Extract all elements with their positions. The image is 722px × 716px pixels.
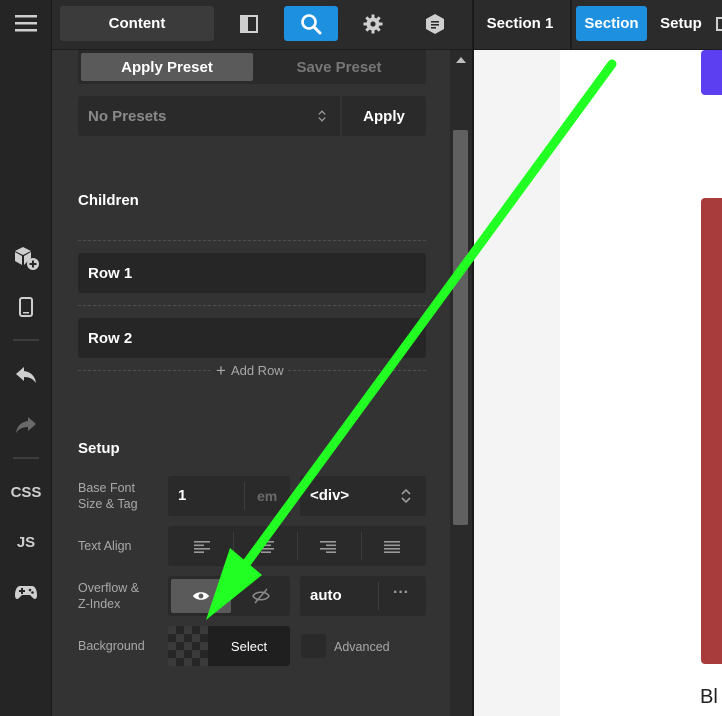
eye-icon: [193, 592, 209, 600]
align-center-icon[interactable]: [258, 540, 274, 558]
tag-select-value: <div>: [310, 487, 350, 504]
overflow-hidden-button[interactable]: [234, 579, 287, 613]
align-divider: [233, 532, 234, 560]
gamepad-icon[interactable]: [0, 574, 52, 610]
child-row[interactable]: Row 1: [78, 253, 426, 293]
preview-red-block[interactable]: [701, 198, 722, 664]
zindex-value: auto: [310, 587, 342, 604]
child-row[interactable]: Row 2: [78, 318, 426, 358]
align-divider: [297, 532, 298, 560]
overflow-label: Overflow & Z-Index: [78, 580, 139, 612]
advanced-checkbox[interactable]: [301, 634, 326, 658]
tab-section[interactable]: Section: [576, 6, 647, 41]
app-root: CSS JS Content Section 1 Section Setup A…: [0, 0, 722, 716]
rail-divider: [13, 457, 39, 459]
overflow-toggle: [168, 576, 290, 616]
undo-icon[interactable]: [0, 357, 52, 393]
font-unit[interactable]: em: [257, 488, 277, 504]
base-font-size-value: 1: [178, 487, 187, 504]
overflow-tab-fragment: [716, 17, 722, 31]
eye-slash-icon: [251, 588, 270, 604]
left-rail: CSS JS: [0, 0, 52, 716]
preview-text: Bl: [700, 686, 718, 708]
base-font-size-input[interactable]: 1 em: [168, 476, 290, 516]
overflow-label-line1: Overflow &: [78, 581, 140, 595]
tag-select[interactable]: <div>: [300, 476, 426, 516]
scroll-up-arrow-icon[interactable]: [456, 57, 466, 63]
topbar-divider: [570, 0, 572, 50]
align-divider: [361, 532, 362, 560]
align-left-icon[interactable]: [194, 540, 210, 558]
js-label: JS: [16, 533, 36, 551]
overflow-visible-button[interactable]: [171, 579, 231, 613]
background-label: Background: [78, 639, 145, 653]
save-preset-tab[interactable]: Save Preset: [256, 53, 422, 81]
preview-purple-block[interactable]: [701, 50, 722, 95]
align-right-icon[interactable]: [320, 540, 336, 558]
dashed-divider: [78, 240, 426, 241]
rail-divider: [13, 339, 39, 341]
scrollbar-thumb[interactable]: [453, 130, 468, 525]
search-icon[interactable]: [284, 6, 338, 41]
apply-preset-tab[interactable]: Apply Preset: [81, 53, 253, 81]
base-font-label-line1: Base Font: [78, 481, 135, 495]
align-justify-icon[interactable]: [384, 540, 400, 558]
children-heading: Children: [78, 192, 139, 209]
input-divider: [378, 582, 379, 610]
add-row-button[interactable]: + Add Row: [212, 360, 288, 380]
base-font-label-line2: Size & Tag: [78, 497, 138, 511]
dashed-divider: [78, 305, 426, 306]
zindex-input[interactable]: auto ···: [300, 576, 426, 616]
text-align-label: Text Align: [78, 539, 132, 553]
preset-toggle: Apply Preset Save Preset: [78, 50, 426, 84]
overflow-label-line2: Z-Index: [78, 597, 121, 611]
tab-setup[interactable]: Setup: [654, 6, 708, 41]
input-divider: [244, 482, 245, 510]
more-icon[interactable]: ···: [393, 584, 409, 602]
advanced-label: Advanced: [334, 640, 390, 654]
css-button[interactable]: CSS: [0, 474, 52, 510]
layout-panel-icon[interactable]: [222, 6, 276, 41]
apply-preset-button[interactable]: Apply: [342, 96, 426, 136]
css-label: CSS: [10, 483, 42, 501]
plus-icon: +: [216, 360, 226, 380]
menu-icon[interactable]: [0, 5, 52, 41]
updown-chevron-icon: [401, 488, 411, 504]
preview-canvas[interactable]: Bl: [474, 50, 722, 716]
preset-select[interactable]: No Presets: [78, 96, 340, 136]
top-bar: Content Section 1 Section Setup: [52, 0, 722, 50]
setup-heading: Setup: [78, 440, 120, 457]
add-row-label: Add Row: [230, 363, 284, 378]
background-swatch[interactable]: [168, 626, 208, 666]
updown-chevron-icon: [318, 110, 326, 122]
text-align-group: [168, 526, 426, 566]
preview-gutter: [474, 50, 560, 716]
device-preview-icon[interactable]: [0, 289, 52, 325]
notes-icon[interactable]: [408, 6, 462, 41]
inspector-panel: Apply Preset Save Preset No Presets Appl…: [52, 50, 450, 716]
gear-icon[interactable]: [346, 6, 400, 41]
preset-select-value: No Presets: [88, 107, 167, 125]
js-button[interactable]: JS: [0, 524, 52, 560]
tab-section-1[interactable]: Section 1: [480, 6, 560, 41]
add-element-icon[interactable]: [0, 240, 52, 276]
redo-icon[interactable]: [0, 407, 52, 443]
content-button[interactable]: Content: [60, 6, 214, 41]
background-select-button[interactable]: Select: [208, 626, 290, 666]
base-font-label: Base Font Size & Tag: [78, 480, 138, 512]
